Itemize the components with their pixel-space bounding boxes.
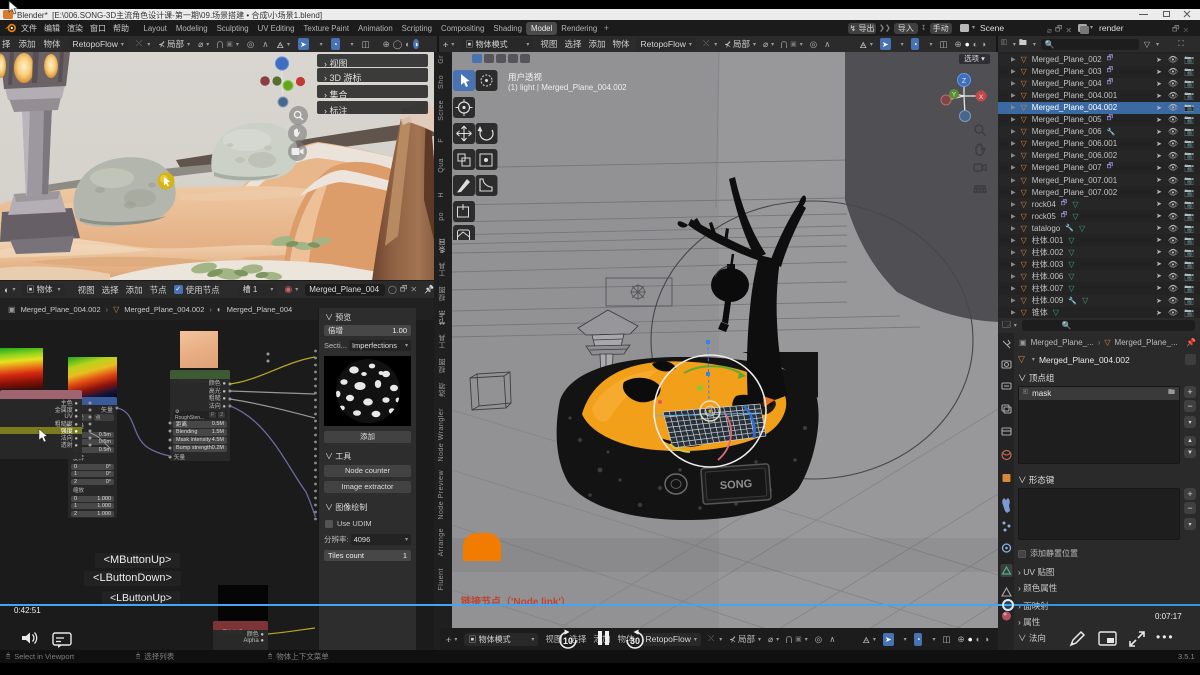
svg-text:30: 30	[630, 636, 640, 646]
svg-text:SONG: SONG	[719, 478, 752, 492]
svg-text:10: 10	[563, 636, 573, 646]
svg-text:X: X	[979, 94, 984, 101]
svg-text:Y: Y	[952, 93, 956, 99]
svg-text:Z: Z	[962, 78, 967, 85]
